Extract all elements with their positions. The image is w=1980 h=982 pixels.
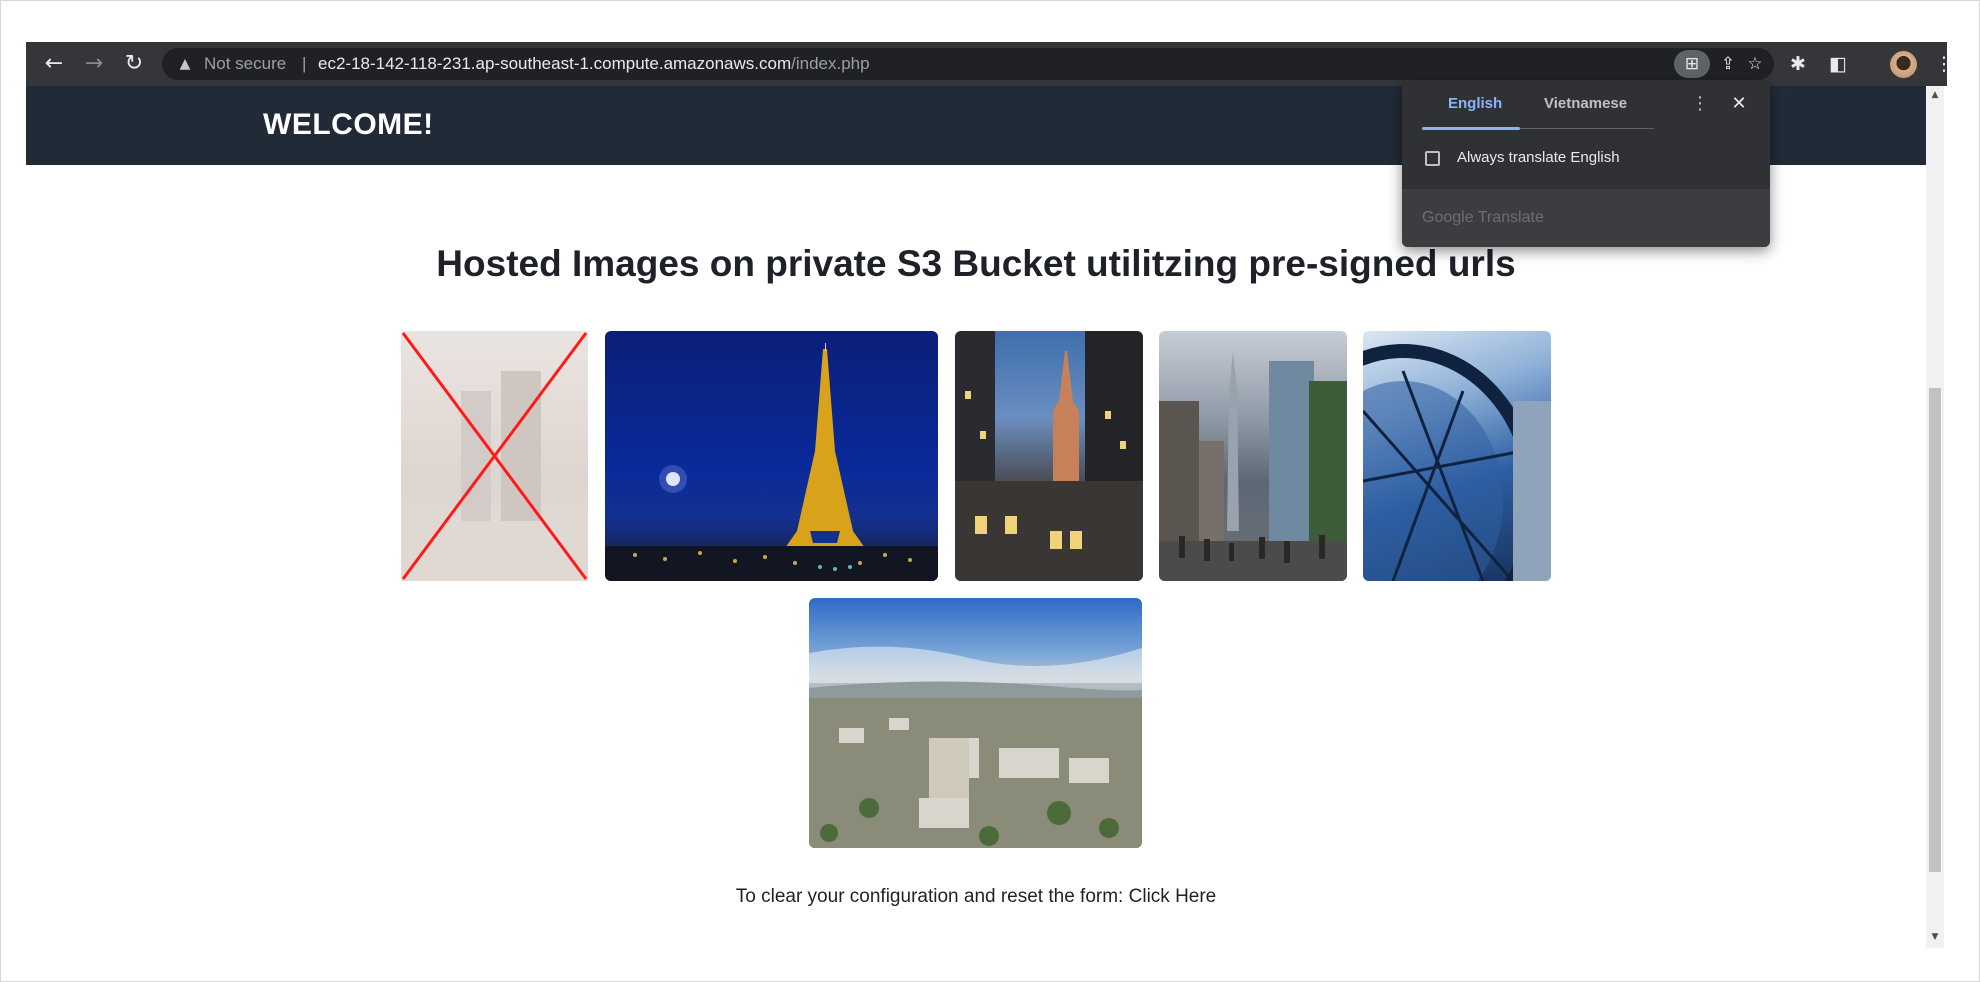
tab-english[interactable]: English [1448,94,1502,114]
city-street-image [1159,331,1347,581]
page-heading: Hosted Images on private S3 Bucket utili… [436,243,1516,284]
scroll-up-icon[interactable]: ▲ [1929,88,1941,102]
menu-kebab-icon[interactable]: ⋮ [1930,50,1958,78]
translate-icon: ⊞ [1684,54,1700,74]
reset-text: To clear your configuration and reset th… [735,886,1129,907]
url-path: /index.php [791,54,870,73]
url-separator: | [302,54,307,73]
aerial-city-image [809,598,1142,848]
vertical-scrollbar[interactable]: ▲ ▼ [1926,86,1944,948]
broken-image-cross-icon [401,332,588,580]
profile-avatar[interactable] [1890,51,1917,78]
url-text[interactable]: ec2-18-142-118-231.ap-southeast-1.comput… [318,55,870,73]
url-host: ec2-18-142-118-231.ap-southeast-1.comput… [318,54,792,73]
bookmark-star-icon[interactable]: ☆ [1742,51,1768,77]
more-options-icon[interactable]: ⋮ [1690,94,1710,114]
google-translate-logo: Google Translate [1422,209,1544,226]
forward-icon[interactable]: → [80,50,108,78]
glass-sphere-image [1363,331,1551,581]
always-translate-label[interactable]: Always translate English [1457,148,1620,168]
address-bar[interactable]: ▲ Not secure | ec2-18-142-118-231.ap-sou… [162,48,1774,80]
translate-button[interactable]: ⊞ [1674,50,1710,78]
empire-state-image [955,331,1143,581]
eiffel-tower-image [605,331,938,581]
tab-vietnamese[interactable]: Vietnamese [1544,94,1627,114]
always-translate-checkbox[interactable] [1425,151,1440,166]
scroll-thumb[interactable] [1929,388,1941,872]
reset-instructions: To clear your configuration and reset th… [26,886,1926,908]
reset-link[interactable]: Click Here [1129,886,1217,907]
welcome-title: WELCOME! [263,108,434,141]
extensions-icon[interactable]: ✱ [1784,50,1812,78]
broken-image [401,331,588,581]
back-icon[interactable]: ← [40,50,68,78]
reload-icon[interactable]: ↻ [120,50,148,78]
security-label[interactable]: Not secure [204,55,286,73]
active-tab-indicator [1422,127,1520,130]
scroll-down-icon[interactable]: ▼ [1929,930,1941,944]
translate-popup: English Vietnamese ⋮ ✕ Always translate … [1402,82,1770,247]
side-panel-icon[interactable]: ◧ [1824,50,1852,78]
browser-toolbar: ← → ↻ ▲ Not secure | ec2-18-142-118-231.… [26,42,1954,86]
share-icon[interactable]: ⇪ [1715,51,1741,77]
warning-icon[interactable]: ▲ [176,54,194,74]
close-icon[interactable]: ✕ [1729,94,1749,114]
translate-popup-footer: Google Translate [1402,189,1770,247]
